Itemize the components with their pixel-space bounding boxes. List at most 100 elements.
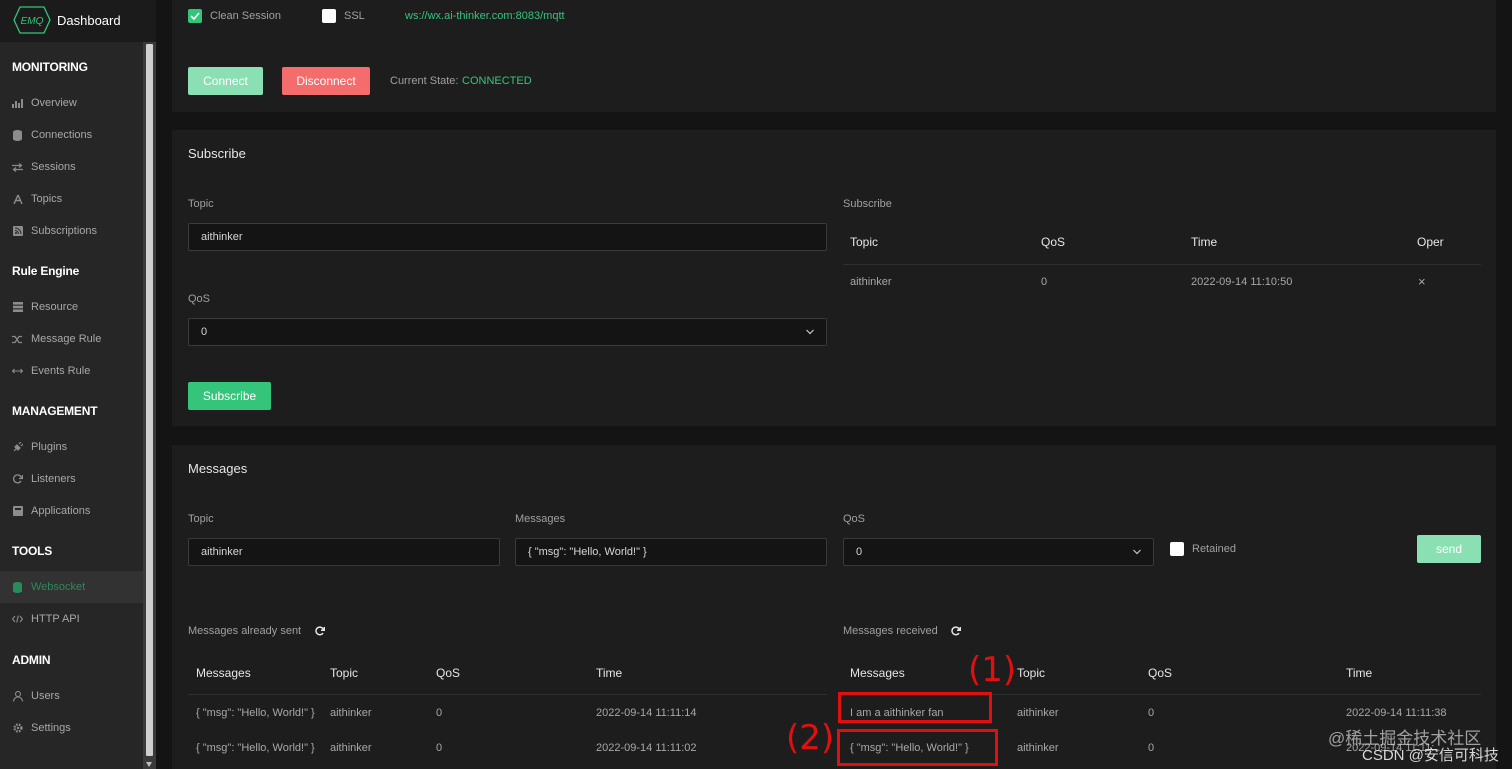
sidebar-scrollbar[interactable]	[143, 42, 156, 769]
sidebar-item-subscriptions[interactable]: Subscriptions	[0, 215, 143, 247]
sub-col-qos: QoS	[1041, 235, 1066, 249]
divider	[843, 264, 1481, 265]
user-icon	[12, 690, 23, 702]
sent-row-time: 2022-09-14 11:11:02	[596, 742, 697, 754]
annotation-label-1: (1)	[968, 650, 1017, 690]
section-rule-engine: Rule Engine	[12, 264, 80, 278]
messages-title: Messages	[188, 461, 248, 476]
sidebar-item-events-rule[interactable]: Events Rule	[0, 355, 143, 387]
sidebar-item-message-rule[interactable]: Message Rule	[0, 323, 143, 355]
chart-icon	[12, 98, 23, 109]
retained-checkbox[interactable]	[1170, 542, 1184, 556]
sidebar-item-sessions[interactable]: Sessions	[0, 151, 143, 183]
chevron-down-icon	[1133, 549, 1141, 555]
ssl-checkbox[interactable]	[322, 9, 336, 23]
scrollbar-thumb[interactable]	[146, 44, 153, 756]
subscribe-topic-label: Topic	[188, 198, 214, 210]
messages-topic-value: aithinker	[201, 546, 243, 558]
scroll-down-arrow-icon[interactable]	[146, 762, 152, 767]
sidebar-item-topics[interactable]: Topics	[0, 183, 143, 215]
sidebar-item-connections[interactable]: Connections	[0, 119, 143, 151]
sidebar-item-applications[interactable]: Applications	[0, 495, 143, 527]
clean-session-checkbox[interactable]	[188, 9, 202, 23]
connect-button[interactable]: Connect	[188, 67, 263, 95]
annotation-box-2	[837, 729, 998, 766]
sidebar-item-plugins[interactable]: Plugins	[0, 431, 143, 463]
recv-col-messages: Messages	[850, 666, 905, 680]
recv-row-time: 2022-09-14 11:11:38	[1346, 707, 1447, 719]
unsubscribe-close-icon[interactable]: ×	[1418, 274, 1426, 289]
swap-icon	[12, 162, 23, 173]
sidebar-item-label: Users	[31, 690, 60, 702]
sent-row-message: { "msg": "Hello, World!" }	[196, 707, 315, 719]
sidebar-item-settings[interactable]: Settings	[0, 712, 143, 744]
sidebar-item-resource[interactable]: Resource	[0, 291, 143, 323]
sent-row-qos: 0	[436, 707, 443, 719]
plug-icon	[12, 442, 23, 453]
recv-row-topic: aithinker	[1017, 742, 1059, 754]
current-state-value: CONNECTED	[462, 75, 532, 87]
refresh-sent-icon[interactable]	[315, 626, 325, 636]
gear-icon	[12, 723, 23, 734]
ssl-label: SSL	[344, 10, 365, 22]
subscribe-topic-input[interactable]: aithinker	[188, 223, 827, 251]
sidebar-item-label: Subscriptions	[31, 225, 98, 237]
sidebar-item-label: Applications	[31, 505, 91, 517]
sidebar-item-label: Topics	[31, 193, 63, 205]
divider	[188, 694, 827, 695]
arrows-h-icon	[12, 366, 23, 377]
recv-row-topic: aithinker	[1017, 707, 1059, 719]
sidebar-item-label: Message Rule	[31, 333, 102, 345]
section-management: MANAGEMENT	[12, 404, 98, 418]
check-icon	[190, 12, 200, 21]
sidebar-item-listeners[interactable]: Listeners	[0, 463, 143, 495]
subscribe-qos-value: 0	[201, 326, 208, 338]
rss-icon	[12, 226, 23, 237]
sent-col-topic: Topic	[330, 666, 359, 680]
sidebar-item-label: Events Rule	[31, 365, 91, 377]
messages-qos-label: QoS	[843, 513, 866, 525]
disconnect-button[interactable]: Disconnect	[282, 67, 370, 95]
section-admin: ADMIN	[12, 653, 51, 667]
messages-body-value: { "msg": "Hello, World!" }	[528, 546, 647, 558]
annotation-box-1	[838, 692, 992, 723]
sidebar-item-label: Overview	[31, 97, 77, 109]
send-button[interactable]: send	[1417, 535, 1481, 563]
sent-col-time: Time	[596, 666, 623, 680]
messages-body-input[interactable]: { "msg": "Hello, World!" }	[515, 538, 827, 566]
connection-url: ws://wx.ai-thinker.com:8083/mqtt	[405, 10, 565, 22]
sidebar-item-label: Resource	[31, 301, 79, 313]
section-monitoring: MONITORING	[12, 60, 88, 74]
recv-row-qos: 0	[1148, 742, 1155, 754]
subscribe-topic-value: aithinker	[201, 231, 243, 243]
recv-col-topic: Topic	[1017, 666, 1046, 680]
messages-body-label: Messages	[515, 513, 566, 525]
retained-label: Retained	[1192, 543, 1237, 555]
sidebar-item-label: Websocket	[31, 581, 86, 593]
app-icon	[12, 506, 23, 517]
recv-col-qos: QoS	[1148, 666, 1173, 680]
refresh-received-icon[interactable]	[951, 626, 961, 636]
sub-col-topic: Topic	[850, 235, 879, 249]
subscribe-button[interactable]: Subscribe	[188, 382, 271, 410]
messages-topic-input[interactable]: aithinker	[188, 538, 500, 566]
subscribe-list-label: Subscribe	[843, 198, 892, 210]
recv-row-qos: 0	[1148, 707, 1155, 719]
sidebar-item-label: HTTP API	[31, 613, 80, 625]
clean-session-label: Clean Session	[210, 10, 281, 22]
sidebar-item-websocket[interactable]: Websocket	[0, 571, 143, 603]
sidebar-item-http-api[interactable]: HTTP API	[0, 603, 143, 635]
sidebar-item-overview[interactable]: Overview	[0, 87, 143, 119]
sidebar-item-label: Listeners	[31, 473, 76, 485]
sent-row-time: 2022-09-14 11:11:14	[596, 707, 697, 719]
section-tools: TOOLS	[12, 544, 53, 558]
sent-col-messages: Messages	[196, 666, 251, 680]
messages-qos-select[interactable]: 0	[843, 538, 1154, 566]
sub-row-topic: aithinker	[850, 276, 892, 288]
sub-row-qos: 0	[1041, 276, 1048, 288]
subscribe-qos-select[interactable]: 0	[188, 318, 827, 346]
subscribe-title: Subscribe	[188, 146, 246, 161]
annotation-label-2: (2)	[786, 718, 835, 758]
sidebar-item-users[interactable]: Users	[0, 680, 143, 712]
sent-row-topic: aithinker	[330, 742, 372, 754]
